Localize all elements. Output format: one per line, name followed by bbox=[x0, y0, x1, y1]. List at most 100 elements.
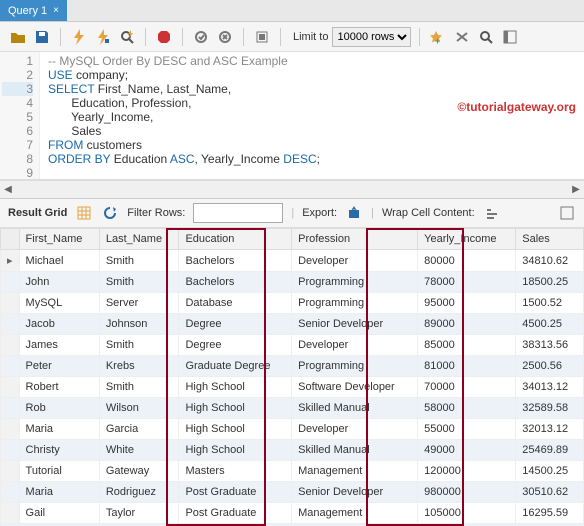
cell[interactable]: Wilson bbox=[99, 398, 179, 419]
table-row[interactable]: MariaRodriguezPost GraduateSenior Develo… bbox=[1, 482, 584, 503]
table-row[interactable]: MySQLServerDatabaseProgramming950001500.… bbox=[1, 293, 584, 314]
cell[interactable]: 89000 bbox=[418, 314, 516, 335]
search-icon[interactable] bbox=[476, 27, 496, 47]
save-icon[interactable] bbox=[32, 27, 52, 47]
cell[interactable]: 32589.58 bbox=[516, 398, 584, 419]
execute-current-icon[interactable] bbox=[93, 27, 113, 47]
grid-icon[interactable] bbox=[75, 204, 93, 222]
table-row[interactable]: GailTaylorPost GraduateManagement1050001… bbox=[1, 503, 584, 524]
cell[interactable]: Gateway bbox=[99, 461, 179, 482]
cell[interactable]: Gail bbox=[19, 503, 99, 524]
cell[interactable]: 70000 bbox=[418, 377, 516, 398]
table-row[interactable]: MariaGarciaHigh SchoolDeveloper550003201… bbox=[1, 419, 584, 440]
editor-hscroll[interactable]: ◀ ▶ bbox=[0, 180, 584, 198]
cell[interactable]: 55000 bbox=[418, 419, 516, 440]
cell[interactable]: Developer bbox=[292, 419, 418, 440]
cell[interactable]: 34810.62 bbox=[516, 250, 584, 272]
cell[interactable]: 105000 bbox=[418, 503, 516, 524]
cell[interactable]: Database bbox=[179, 293, 292, 314]
cell[interactable]: Degree bbox=[179, 335, 292, 356]
open-icon[interactable] bbox=[8, 27, 28, 47]
cell[interactable]: Degree bbox=[179, 314, 292, 335]
scroll-right-icon[interactable]: ▶ bbox=[568, 184, 584, 195]
cell[interactable]: White bbox=[99, 440, 179, 461]
table-row[interactable]: JamesSmithDegreeDeveloper8500038313.56 bbox=[1, 335, 584, 356]
cell[interactable]: Smith bbox=[99, 335, 179, 356]
cell[interactable]: Robert bbox=[19, 377, 99, 398]
table-row[interactable]: PeterKrebsGraduate DegreeProgramming8100… bbox=[1, 356, 584, 377]
cell[interactable]: Skilled Manual bbox=[292, 440, 418, 461]
cell[interactable]: Taylor bbox=[99, 503, 179, 524]
cell[interactable]: 49000 bbox=[418, 440, 516, 461]
column-header[interactable]: Last_Name bbox=[99, 229, 179, 250]
favorite-icon[interactable]: + bbox=[428, 27, 448, 47]
cell[interactable]: 78000 bbox=[418, 272, 516, 293]
cell[interactable]: Programming bbox=[292, 272, 418, 293]
cell[interactable]: 18500.25 bbox=[516, 272, 584, 293]
cell[interactable]: 980000 bbox=[418, 482, 516, 503]
export-icon[interactable] bbox=[345, 204, 363, 222]
cell[interactable]: Senior Developer bbox=[292, 314, 418, 335]
cell[interactable]: Management bbox=[292, 503, 418, 524]
rollback-icon[interactable] bbox=[215, 27, 235, 47]
filter-input[interactable] bbox=[193, 203, 283, 223]
commit-icon[interactable] bbox=[191, 27, 211, 47]
cell[interactable]: 30510.62 bbox=[516, 482, 584, 503]
cell[interactable]: Management bbox=[292, 461, 418, 482]
cell[interactable]: 85000 bbox=[418, 335, 516, 356]
cell[interactable]: Programming bbox=[292, 356, 418, 377]
cell[interactable]: 1500.52 bbox=[516, 293, 584, 314]
cell[interactable]: Peter bbox=[19, 356, 99, 377]
table-row[interactable]: JohnSmithBachelorsProgramming7800018500.… bbox=[1, 272, 584, 293]
column-header[interactable]: First_Name bbox=[19, 229, 99, 250]
table-row[interactable]: TutorialGatewayMastersManagement12000014… bbox=[1, 461, 584, 482]
code-area[interactable]: -- MySQL Order By DESC and ASC Example U… bbox=[40, 52, 584, 179]
cell[interactable]: Rob bbox=[19, 398, 99, 419]
cell[interactable]: Skilled Manual bbox=[292, 398, 418, 419]
execute-icon[interactable] bbox=[69, 27, 89, 47]
cell[interactable]: Krebs bbox=[99, 356, 179, 377]
cell[interactable]: John bbox=[19, 272, 99, 293]
beautify-icon[interactable] bbox=[452, 27, 472, 47]
cell[interactable]: Garcia bbox=[99, 419, 179, 440]
tab-query-1[interactable]: Query 1 × bbox=[0, 0, 67, 21]
cell[interactable]: 25469.89 bbox=[516, 440, 584, 461]
cell[interactable]: Smith bbox=[99, 377, 179, 398]
cell[interactable]: 2500.56 bbox=[516, 356, 584, 377]
cell[interactable]: Tutorial bbox=[19, 461, 99, 482]
cell[interactable]: MySQL bbox=[19, 293, 99, 314]
cell[interactable]: 81000 bbox=[418, 356, 516, 377]
stop-icon[interactable] bbox=[154, 27, 174, 47]
cell[interactable]: Masters bbox=[179, 461, 292, 482]
cell[interactable]: 38313.56 bbox=[516, 335, 584, 356]
cell[interactable]: High School bbox=[179, 419, 292, 440]
table-row[interactable]: RobertSmithHigh SchoolSoftware Developer… bbox=[1, 377, 584, 398]
wrap-icon[interactable] bbox=[483, 204, 501, 222]
cell[interactable]: 16295.59 bbox=[516, 503, 584, 524]
cell[interactable]: Server bbox=[99, 293, 179, 314]
table-row[interactable]: ChristyWhiteHigh SchoolSkilled Manual490… bbox=[1, 440, 584, 461]
toggle-panel-icon[interactable] bbox=[500, 27, 520, 47]
sql-editor[interactable]: 1 2 3 4 5 6 7 8 9 -- MySQL Order By DESC… bbox=[0, 52, 584, 180]
cell[interactable]: High School bbox=[179, 440, 292, 461]
cell[interactable]: High School bbox=[179, 398, 292, 419]
cell[interactable]: Senior Developer bbox=[292, 482, 418, 503]
cell[interactable]: Christy bbox=[19, 440, 99, 461]
table-row[interactable]: JacobJohnsonDegreeSenior Developer890004… bbox=[1, 314, 584, 335]
cell[interactable]: Software Developer bbox=[292, 377, 418, 398]
cell[interactable]: Michael bbox=[19, 250, 99, 272]
cell[interactable]: Developer bbox=[292, 250, 418, 272]
column-header[interactable]: Education bbox=[179, 229, 292, 250]
autocommit-icon[interactable] bbox=[252, 27, 272, 47]
refresh-icon[interactable] bbox=[101, 204, 119, 222]
cell[interactable]: James bbox=[19, 335, 99, 356]
cell[interactable]: Bachelors bbox=[179, 250, 292, 272]
column-header[interactable]: Yearly_Income bbox=[418, 229, 516, 250]
explain-icon[interactable] bbox=[117, 27, 137, 47]
limit-select[interactable]: 10000 rows bbox=[332, 27, 411, 47]
cell[interactable]: Programming bbox=[292, 293, 418, 314]
close-icon[interactable]: × bbox=[53, 5, 59, 16]
table-row[interactable]: RobWilsonHigh SchoolSkilled Manual580003… bbox=[1, 398, 584, 419]
cell[interactable]: 120000 bbox=[418, 461, 516, 482]
cell[interactable]: Developer bbox=[292, 335, 418, 356]
